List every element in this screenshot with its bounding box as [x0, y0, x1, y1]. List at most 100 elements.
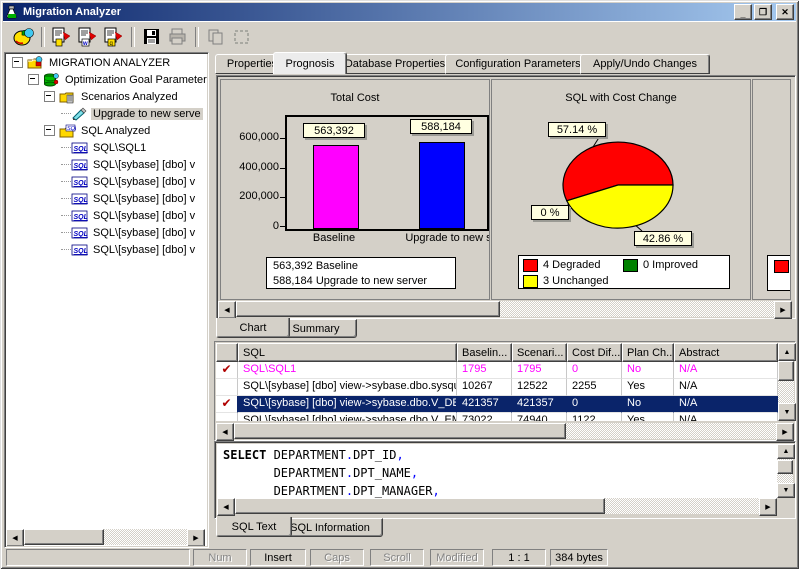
- collapse-expander[interactable]: [28, 74, 39, 85]
- scroll-left-icon[interactable]: ◀: [217, 498, 235, 516]
- tree-item-sql[interactable]: SQL SQL\[sybase] [dbo] v: [6, 190, 207, 207]
- tree-item-root[interactable]: MIGRATION ANALYZER: [6, 54, 207, 71]
- scroll-left-icon[interactable]: ◀: [6, 529, 24, 546]
- column-header-cost-diff[interactable]: Cost Dif...: [567, 343, 622, 362]
- grid-vertical-scrollbar[interactable]: ▲ ▼: [778, 343, 794, 421]
- scrollbar-thumb[interactable]: [235, 498, 605, 514]
- tree-item-label[interactable]: Upgrade to new serve: [91, 108, 203, 120]
- tab-sql-information[interactable]: SQL Information: [277, 518, 383, 537]
- status-bar: Num Insert Caps Scroll Modified 1 : 1 38…: [3, 547, 796, 566]
- tree-item-sql[interactable]: SQL SQL\[sybase] [dbo] v: [6, 224, 207, 241]
- grid-row[interactable]: SQL\[sybase] [dbo] view->sybase.dbo.sysq…: [216, 379, 778, 396]
- tree-item-label[interactable]: SQL\[sybase] [dbo] v: [91, 210, 197, 222]
- scrollbar-thumb[interactable]: [778, 361, 794, 381]
- x-category-label: Baseline: [274, 232, 394, 244]
- legend-swatch: [523, 259, 538, 272]
- tree-item-scenario-upgrade[interactable]: Upgrade to new serve: [6, 105, 207, 122]
- tree-item-label[interactable]: Optimization Goal Parameter: [63, 74, 207, 86]
- scroll-right-icon[interactable]: ▶: [774, 301, 792, 319]
- scrollbar-track[interactable]: [777, 459, 793, 483]
- export-report-button[interactable]: [49, 25, 75, 49]
- close-button[interactable]: ✕: [776, 4, 794, 20]
- tab-configuration-parameters[interactable]: Configuration Parameters: [445, 54, 591, 74]
- tree-item-label[interactable]: SQL\[sybase] [dbo] v: [91, 159, 197, 171]
- scrollbar-track[interactable]: [235, 498, 759, 514]
- scroll-right-icon[interactable]: ▶: [187, 529, 205, 546]
- scroll-up-icon[interactable]: ▲: [778, 343, 796, 361]
- scrollbar-thumb[interactable]: [24, 529, 104, 545]
- tree-item-scenarios[interactable]: Scenarios Analyzed: [6, 88, 207, 105]
- column-header-scenario[interactable]: Scenari...: [512, 343, 567, 362]
- sql-editor[interactable]: SELECT DEPARTMENT.DPT_ID, DEPARTMENT.DPT…: [217, 444, 777, 498]
- title-bar[interactable]: Migration Analyzer _ ❐ ✕: [3, 3, 796, 21]
- collapse-expander[interactable]: [12, 57, 23, 68]
- grid-row[interactable]: ✔ SQL\SQL1 1795 1795 0 No N/A: [216, 362, 778, 379]
- collapse-expander[interactable]: [44, 91, 55, 102]
- minimize-button[interactable]: _: [734, 4, 752, 20]
- tab-prognosis[interactable]: Prognosis: [273, 52, 347, 74]
- save-button[interactable]: [139, 25, 165, 49]
- window-title: Migration Analyzer: [23, 6, 732, 18]
- tree-item-label[interactable]: SQL\[sybase] [dbo] v: [91, 244, 197, 256]
- column-header-selector[interactable]: [216, 343, 238, 362]
- tree-item-label[interactable]: SQL Analyzed: [79, 125, 152, 137]
- select-button[interactable]: [229, 25, 255, 49]
- sql-vertical-scrollbar[interactable]: ▲ ▼: [777, 444, 793, 498]
- column-header-abstract[interactable]: Abstract: [674, 343, 778, 362]
- bar-baseline: [313, 145, 359, 229]
- column-header-plan-change[interactable]: Plan Ch...: [622, 343, 674, 362]
- scrollbar-track[interactable]: [236, 301, 774, 317]
- tree-item-label[interactable]: SQL\[sybase] [dbo] v: [91, 227, 197, 239]
- grid-row-selected[interactable]: ✔ SQL\[sybase] [dbo] view->sybase.dbo.V_…: [216, 396, 778, 413]
- scrollbar-thumb[interactable]: [777, 460, 793, 474]
- tree-item-label[interactable]: MIGRATION ANALYZER: [47, 57, 172, 69]
- tree-item-goal[interactable]: Optimization Goal Parameter: [6, 71, 207, 88]
- scroll-right-icon[interactable]: ▶: [759, 498, 777, 516]
- tree-item-sql[interactable]: SQL SQL\[sybase] [dbo] v: [6, 241, 207, 258]
- grid-horizontal-scrollbar[interactable]: ◀ ▶: [216, 423, 794, 439]
- scrollbar-thumb[interactable]: [236, 301, 500, 317]
- tree-item-label[interactable]: Scenarios Analyzed: [79, 91, 180, 103]
- column-header-sql[interactable]: SQL: [238, 343, 457, 362]
- collapse-expander[interactable]: [44, 125, 55, 136]
- scroll-left-icon[interactable]: ◀: [216, 423, 234, 441]
- grid-row[interactable]: SQL\[sybase] [dbo] view->sybase.dbo.V_EM…: [216, 413, 778, 421]
- scenario-tree-panel: MIGRATION ANALYZER Optimization Goal Par…: [4, 52, 209, 548]
- tab-database-properties[interactable]: Database Properties: [334, 54, 456, 74]
- scrollbar-track[interactable]: [778, 361, 794, 403]
- tree-item-sql[interactable]: SQL SQL\SQL1: [6, 139, 207, 156]
- chart-horizontal-scrollbar[interactable]: ◀ ▶: [218, 301, 792, 317]
- tree-item-sql[interactable]: SQL SQL\[sybase] [dbo] v: [6, 207, 207, 224]
- export-word-button[interactable]: w: [75, 25, 101, 49]
- scroll-up-icon[interactable]: ▲: [777, 444, 795, 459]
- scrollbar-thumb[interactable]: [234, 423, 566, 439]
- tree-item-label[interactable]: SQL\[sybase] [dbo] v: [91, 193, 197, 205]
- scroll-down-icon[interactable]: ▼: [777, 483, 795, 498]
- svg-text:SQL: SQL: [74, 248, 88, 255]
- print-button[interactable]: [165, 25, 191, 49]
- scroll-down-icon[interactable]: ▼: [778, 403, 796, 421]
- selection-icon: [233, 28, 251, 46]
- scrollbar-track[interactable]: [234, 423, 776, 439]
- copy-button[interactable]: [203, 25, 229, 49]
- tree-item-sql[interactable]: SQL SQL\[sybase] [dbo] v: [6, 173, 207, 190]
- status-panel-empty: [6, 549, 190, 566]
- tree-item-label[interactable]: SQL\SQL1: [91, 142, 148, 154]
- maximize-button[interactable]: ❐: [754, 4, 772, 20]
- scroll-right-icon[interactable]: ▶: [776, 423, 794, 441]
- legend-entry: 0 Improved: [643, 258, 698, 273]
- scroll-left-icon[interactable]: ◀: [218, 301, 236, 319]
- sql-horizontal-scrollbar[interactable]: ◀ ▶: [217, 498, 777, 514]
- tree-horizontal-scrollbar[interactable]: ◀ ▶: [6, 529, 205, 545]
- tree-item-label[interactable]: SQL\[sybase] [dbo] v: [91, 176, 197, 188]
- tab-chart[interactable]: Chart: [216, 318, 290, 338]
- tab-sql-text[interactable]: SQL Text: [216, 517, 292, 537]
- tab-apply-undo-changes[interactable]: Apply/Undo Changes: [580, 54, 710, 74]
- export-excel-button[interactable]: q: [101, 25, 127, 49]
- column-header-baseline[interactable]: Baselin...: [457, 343, 512, 362]
- svg-text:SQL: SQL: [74, 146, 88, 153]
- tree-item-sql[interactable]: SQL SQL\[sybase] [dbo] v: [6, 156, 207, 173]
- tree-item-sql-analyzed[interactable]: SQL SQL Analyzed: [6, 122, 207, 139]
- connect-button[interactable]: [11, 25, 37, 49]
- scrollbar-track[interactable]: [24, 529, 187, 545]
